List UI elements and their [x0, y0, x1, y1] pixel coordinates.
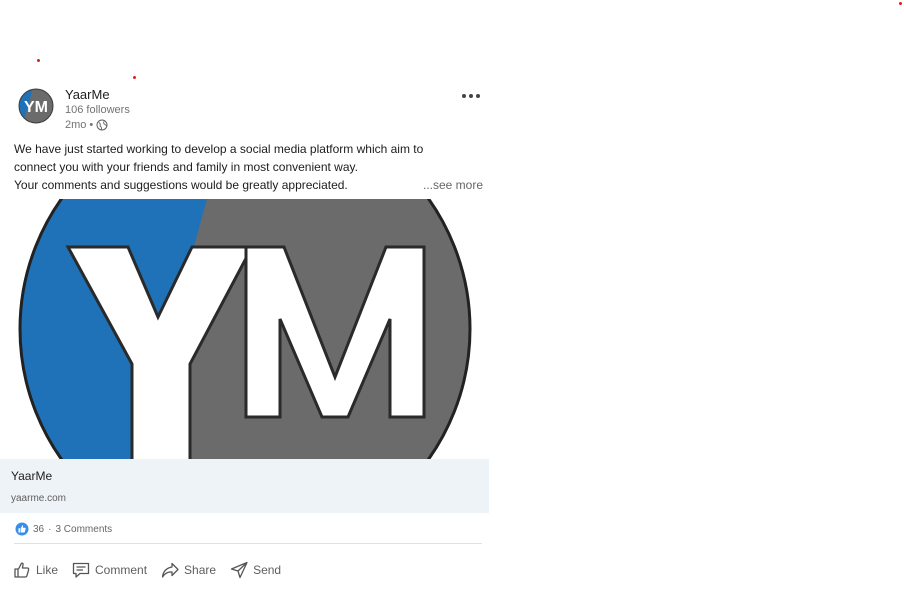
- comment-label: Comment: [95, 563, 148, 577]
- svg-text:YM: YM: [24, 99, 48, 116]
- annotation-dot: [133, 76, 136, 79]
- like-button[interactable]: Like: [12, 560, 58, 580]
- globe-icon: [96, 119, 108, 131]
- reaction-count[interactable]: 36: [33, 524, 44, 535]
- like-reaction-icon[interactable]: [15, 522, 29, 536]
- like-label: Like: [36, 563, 59, 577]
- share-button[interactable]: Share: [160, 560, 216, 580]
- post-header: YM YaarMe 106 followers 2mo •: [18, 88, 488, 132]
- comment-count[interactable]: 3 Comments: [55, 524, 112, 535]
- see-more-link[interactable]: ...see more: [423, 176, 483, 194]
- send-icon: [230, 561, 248, 579]
- share-icon: [161, 562, 179, 578]
- follower-count: 106 followers: [65, 104, 130, 116]
- annotation-dot: [37, 59, 40, 62]
- link-preview-card[interactable]: YaarMe yaarme.com: [0, 459, 489, 513]
- post-body-line: We have just started working to develop …: [14, 142, 424, 156]
- social-counts: 36 · 3 Comments: [15, 521, 112, 537]
- send-button[interactable]: Send: [229, 560, 281, 580]
- author-name[interactable]: YaarMe: [65, 88, 130, 102]
- post-body: We have just started working to develop …: [14, 140, 484, 194]
- yaarme-logo-image: [18, 199, 472, 459]
- stats-separator: ·: [48, 523, 52, 535]
- post-body-line: connect you with your friends and family…: [14, 160, 358, 174]
- more-icon[interactable]: [461, 92, 481, 100]
- company-avatar[interactable]: YM: [18, 88, 54, 124]
- post-body-line: Your comments and suggestions would be g…: [14, 178, 348, 192]
- author-block: YaarMe 106 followers 2mo •: [65, 88, 130, 132]
- share-label: Share: [184, 563, 217, 577]
- post-image[interactable]: [0, 199, 489, 459]
- post-meta: 2mo •: [65, 118, 130, 132]
- annotation-dot: [899, 2, 902, 5]
- comment-button[interactable]: Comment: [71, 560, 147, 580]
- meta-separator: •: [89, 119, 94, 131]
- action-bar: Like Comment Share Send: [12, 558, 294, 582]
- comment-icon: [72, 562, 90, 578]
- send-label: Send: [253, 563, 282, 577]
- link-url: yaarme.com: [11, 493, 67, 504]
- link-title: YaarMe: [11, 469, 53, 483]
- post-time: 2mo: [65, 119, 87, 131]
- like-icon: [14, 562, 30, 578]
- divider: [14, 543, 482, 544]
